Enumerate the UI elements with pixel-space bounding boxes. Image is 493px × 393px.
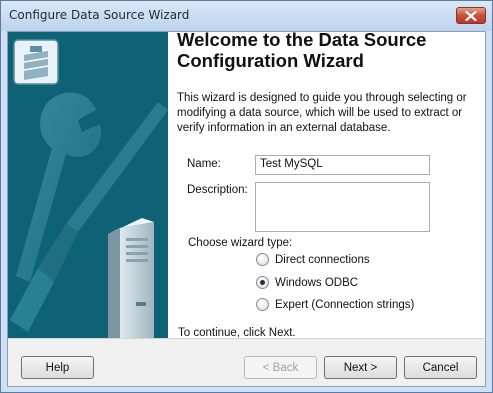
back-button[interactable]: < Back	[244, 356, 317, 379]
next-button[interactable]: Next >	[324, 356, 397, 379]
wizard-side-panel	[8, 32, 168, 338]
radio-button[interactable]	[256, 298, 269, 311]
tools-server-illustration	[8, 32, 168, 338]
button-bar: Help < Back Next > Cancel	[8, 338, 485, 386]
title-bar: Configure Data Source Wizard	[1, 1, 492, 31]
wizard-window: Configure Data Source Wizard Welcome to …	[0, 0, 493, 393]
description-field[interactable]	[255, 182, 430, 232]
help-button[interactable]: Help	[21, 356, 94, 379]
wizard-content: Welcome to the Data Source Configuration…	[168, 29, 485, 339]
page-title: Welcome to the Data Source Configuration…	[177, 29, 427, 71]
close-icon	[465, 10, 477, 21]
wizard-client-area: Welcome to the Data Source Configuration…	[7, 29, 486, 387]
radio-label: Direct connections	[275, 253, 370, 266]
name-label: Name:	[187, 158, 221, 170]
name-field[interactable]: Test MySQL	[255, 155, 430, 175]
radio-expert-connection-strings[interactable]: Expert (Connection strings)	[256, 298, 414, 311]
radio-label: Windows ODBC	[275, 276, 359, 289]
radio-label: Expert (Connection strings)	[275, 298, 415, 311]
cancel-button[interactable]: Cancel	[404, 356, 477, 379]
radio-direct-connections[interactable]: Direct connections	[256, 253, 370, 266]
description-label: Description:	[187, 184, 248, 196]
intro-text: This wizard is designed to guide you thr…	[177, 92, 467, 134]
radio-windows-odbc[interactable]: Windows ODBC	[256, 276, 358, 289]
window-title: Configure Data Source Wizard	[9, 8, 190, 22]
close-button[interactable]	[456, 7, 486, 24]
database-icon	[13, 39, 59, 85]
wizard-type-label: Choose wizard type:	[188, 237, 293, 249]
radio-button[interactable]	[256, 276, 269, 289]
radio-button[interactable]	[256, 253, 269, 266]
